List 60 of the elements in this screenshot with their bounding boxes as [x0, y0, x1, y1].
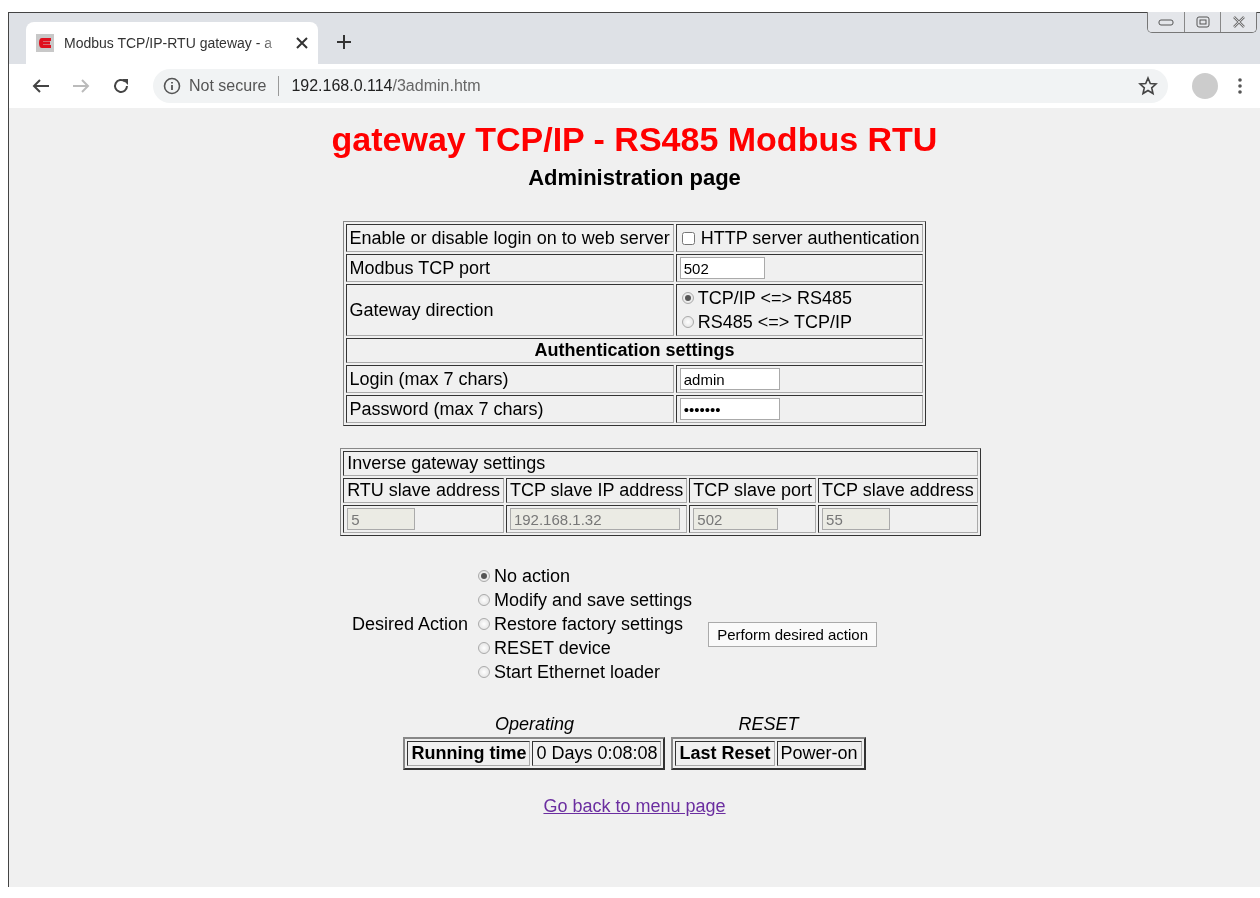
- input-field[interactable]: 502: [679, 257, 765, 279]
- radio-label: Modify and save settings: [494, 589, 693, 612]
- back-arrow-icon[interactable]: [32, 78, 50, 94]
- tab-title: Modbus TCP/IP-RTU gateway - a: [64, 35, 273, 51]
- radio-button[interactable]: [478, 666, 490, 678]
- security-label: Not secure: [189, 77, 267, 95]
- column-header: TCP slave address: [818, 478, 978, 503]
- reload-icon[interactable]: [112, 77, 130, 95]
- setting-label: Gateway direction: [345, 284, 674, 336]
- checkbox-label: HTTP server authentication: [700, 227, 920, 250]
- radio-button[interactable]: [478, 642, 490, 654]
- radio-label: Start Ethernet loader: [494, 661, 661, 684]
- back-link[interactable]: Go back to menu page: [543, 796, 726, 817]
- browser-tab[interactable]: Modbus TCP/IP-RTU gateway - a: [26, 22, 318, 64]
- info-icon[interactable]: [163, 77, 181, 95]
- minimize-button[interactable]: [1148, 12, 1184, 32]
- setting-label: Password (max 7 chars): [345, 395, 674, 423]
- radio-button[interactable]: [478, 594, 490, 606]
- maximize-button[interactable]: [1184, 12, 1220, 32]
- site-icon: [36, 34, 54, 52]
- status-value: Power-on: [776, 741, 862, 766]
- page-title: gateway TCP/IP - RS485 Modbus RTU: [331, 120, 938, 159]
- radio-label: No action: [494, 565, 571, 588]
- bookmark-star-icon[interactable]: [1138, 76, 1158, 96]
- status-value: 0 Days 0:08:08: [532, 741, 662, 766]
- status-label: Running time: [407, 741, 531, 766]
- field-label: Desired Action: [351, 613, 468, 635]
- setting-label: Enable or disable login on to web server: [345, 224, 674, 252]
- page-subtitle: Administration page: [528, 165, 741, 191]
- checkbox[interactable]: [681, 231, 695, 245]
- column-header: TCP slave IP address: [505, 478, 688, 503]
- table-title: Inverse gateway settings: [343, 451, 978, 476]
- setting-label: Modbus TCP port: [345, 254, 674, 282]
- radio-label: TCP/IP <=> RS485: [697, 287, 852, 310]
- forward-arrow-icon[interactable]: [72, 78, 90, 94]
- table-caption: Operating: [493, 714, 575, 735]
- setting-label: Login (max 7 chars): [345, 365, 674, 393]
- table-caption: RESET: [737, 714, 801, 735]
- radio-label: Restore factory settings: [494, 613, 684, 636]
- status-label: Last Reset: [675, 741, 775, 766]
- minimize-icon[interactable]: [1158, 18, 1174, 26]
- radio-button[interactable]: [478, 618, 490, 630]
- address-bar[interactable]: Not secure 192.168.0.114/3admin.htm: [153, 69, 1168, 103]
- input-field[interactable]: •••••••: [679, 398, 780, 420]
- input-field[interactable]: admin: [679, 368, 780, 390]
- maximize-icon[interactable]: [1195, 16, 1210, 28]
- radio-button[interactable]: [681, 316, 694, 328]
- radio-label: RESET device: [494, 637, 611, 660]
- column-header: RTU slave address: [343, 478, 504, 503]
- radio-button[interactable]: [681, 292, 694, 304]
- menu-button[interactable]: [1238, 78, 1242, 94]
- section-header: Authentication settings: [345, 338, 924, 363]
- radio-button[interactable]: [478, 570, 490, 582]
- close-icon[interactable]: [296, 37, 308, 49]
- column-header: TCP slave port: [689, 478, 817, 503]
- close-button[interactable]: [1220, 12, 1256, 32]
- plus-icon[interactable]: [336, 34, 352, 50]
- radio-label: RS485 <=> TCP/IP: [697, 311, 852, 334]
- url-text: 192.168.0.114/3admin.htm: [291, 77, 482, 95]
- perform-action-button[interactable]: Perform desired action: [708, 621, 878, 647]
